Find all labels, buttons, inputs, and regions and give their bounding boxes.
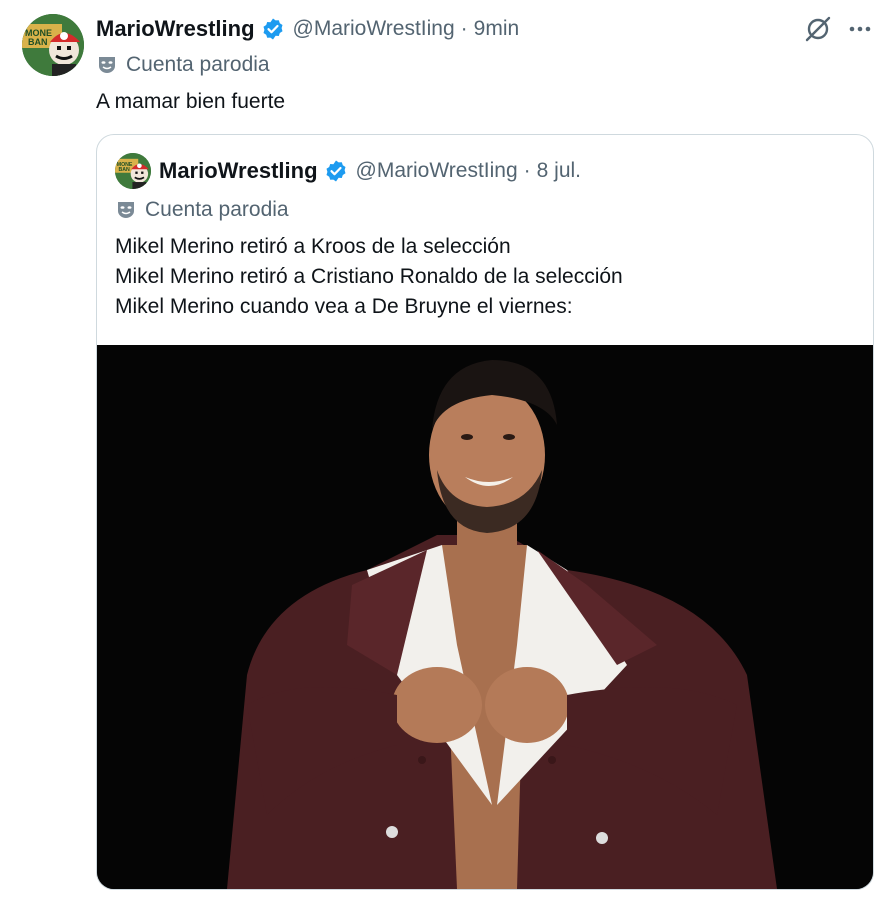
quoted-author-name: MarioWrestling xyxy=(159,158,318,183)
separator-dot: · xyxy=(523,159,531,182)
parody-label-text: Cuenta parodia xyxy=(126,53,270,76)
quoted-parody-label: Cuenta parodia xyxy=(115,195,289,225)
author-name[interactable]: MarioWrestling xyxy=(96,16,255,42)
quoted-text-line: Mikel Merino cuando vea a De Bruyne el v… xyxy=(115,295,573,318)
verified-badge-icon[interactable] xyxy=(261,17,285,41)
tweet-text: A mamar bien fuerte xyxy=(96,90,286,113)
svg-text:BAN: BAN xyxy=(28,37,48,47)
svg-text:BAN: BAN xyxy=(118,167,130,173)
quoted-tweet-header: MarioWrestling @MarioWrestIing · 8 jul. xyxy=(159,155,581,187)
more-options-icon[interactable] xyxy=(845,14,875,44)
quoted-text-line: Mikel Merino retiró a Cristiano Ronaldo … xyxy=(115,265,623,288)
grok-icon[interactable] xyxy=(803,14,833,44)
author-handle[interactable]: @MarioWrestIing xyxy=(293,17,455,41)
quoted-tweet-timestamp: 8 jul. xyxy=(536,159,582,182)
parody-mask-icon xyxy=(115,199,137,221)
separator-dot: · xyxy=(460,17,468,40)
avatar-image: MONE BAN xyxy=(22,14,84,76)
quoted-avatar-image: MONE BAN xyxy=(115,153,151,189)
verified-badge-icon xyxy=(324,159,348,183)
photo-man-in-jacket xyxy=(97,345,873,889)
tweet-timestamp[interactable]: 9min xyxy=(474,17,520,41)
quoted-author-handle: @MarioWrestIing xyxy=(355,159,518,182)
quoted-tweet-card[interactable]: MONE BAN MarioWrestling @MarioWrestIing … xyxy=(96,134,874,890)
tweet-header: MarioWrestling @MarioWrestIing · 9min xyxy=(96,14,519,44)
quoted-tweet-image[interactable] xyxy=(97,345,873,889)
parody-label: Cuenta parodia xyxy=(96,50,270,80)
quoted-author-avatar[interactable]: MONE BAN xyxy=(115,153,151,189)
author-avatar[interactable]: MONE BAN xyxy=(22,14,84,76)
quoted-text-line: Mikel Merino retiró a Kroos de la selecc… xyxy=(115,235,511,258)
quoted-parody-label-text: Cuenta parodia xyxy=(145,198,289,221)
quoted-tweet-text: Mikel Merino retiró a Kroos de la selecc… xyxy=(115,232,623,322)
parody-mask-icon xyxy=(96,54,118,76)
